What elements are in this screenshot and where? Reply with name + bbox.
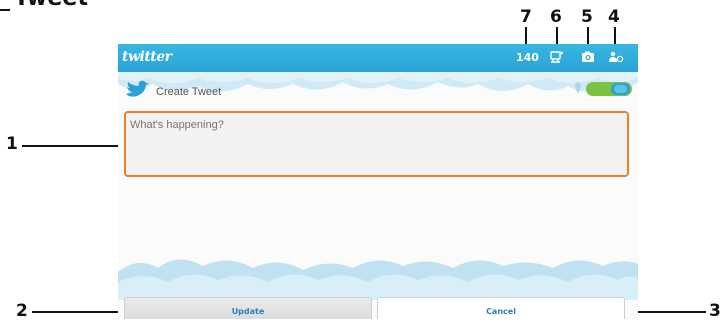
create-tweet-title: Create Tweet (156, 86, 222, 98)
cancel-button[interactable]: Cancel (377, 297, 625, 319)
character-counter: 140 (516, 51, 539, 64)
update-button[interactable]: Update (124, 297, 372, 319)
callout-6: 6 (550, 7, 562, 27)
heading-underline (0, 0, 10, 11)
callout-7: 7 (520, 7, 532, 27)
camera-icon[interactable] (581, 50, 595, 64)
callout-1: 1 (6, 134, 18, 154)
app-title-bar: twitter 140 (118, 44, 638, 72)
account-icon[interactable] (608, 50, 624, 64)
callout-4: 4 (608, 7, 620, 27)
callout-1-line (22, 145, 126, 147)
toggle-switch[interactable] (586, 81, 632, 97)
callout-5: 5 (581, 7, 593, 27)
attach-icon[interactable] (550, 50, 564, 64)
page-heading: Tweet (0, 0, 88, 11)
callout-3: 3 (709, 301, 721, 321)
twitter-logo: twitter (122, 49, 172, 65)
heading-text: Tweet (14, 0, 88, 11)
location-icon (575, 82, 581, 94)
callout-2: 2 (16, 301, 28, 321)
tweet-input[interactable] (130, 119, 610, 131)
compose-box[interactable] (124, 111, 629, 177)
clouds-bottom-decoration (118, 259, 638, 300)
bird-icon (126, 80, 149, 97)
twitter-app-window: twitter 140 Create Tweet What's happenin… (118, 44, 638, 319)
